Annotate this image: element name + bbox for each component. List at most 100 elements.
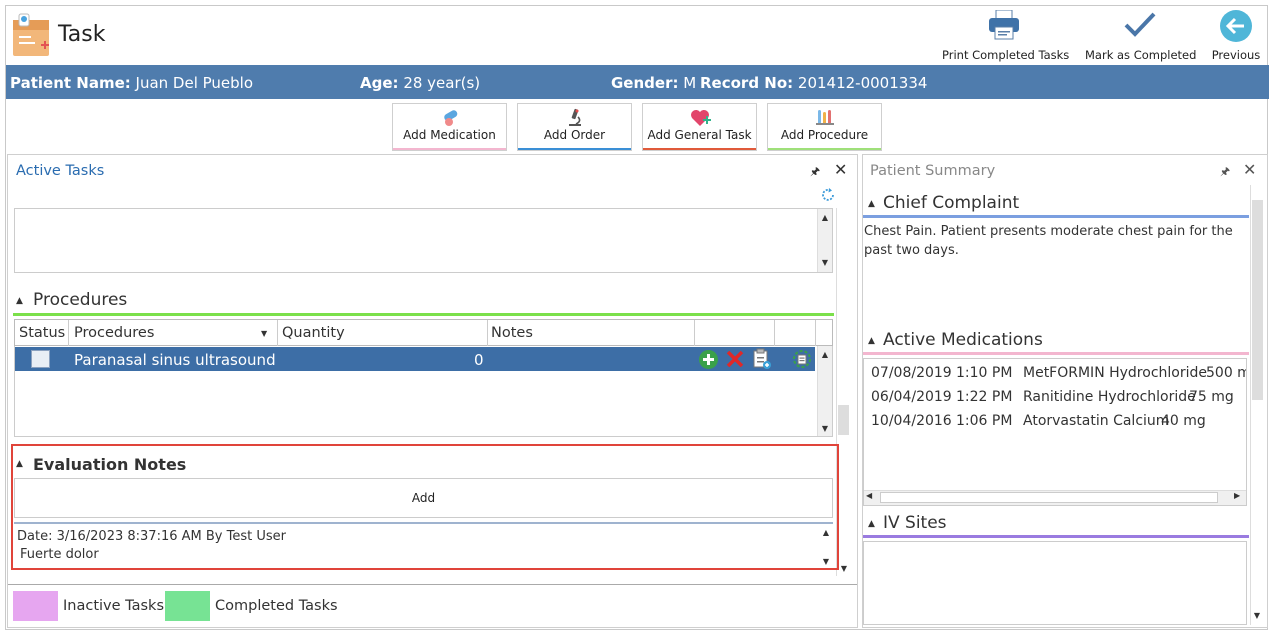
page-title: Task: [58, 22, 106, 47]
scroll-down-arrow[interactable]: ▼: [818, 257, 832, 271]
add-general-task-button[interactable]: Add General Task: [642, 103, 757, 151]
pin-icon[interactable]: 🖈: [1220, 163, 1230, 182]
collapse-procedures-icon[interactable]: ▲: [16, 296, 23, 306]
procedures-divider: [13, 313, 834, 316]
orders-grid: [14, 208, 833, 273]
patient-gender: M: [683, 74, 697, 92]
previous-label: Previous: [1211, 48, 1261, 62]
active-tasks-title: Active Tasks: [16, 163, 105, 179]
refresh-icon[interactable]: [820, 187, 836, 203]
collapse-chief-complaint-icon[interactable]: ▲: [868, 199, 875, 209]
column-notes[interactable]: Notes: [491, 325, 533, 341]
sort-dropdown-icon[interactable]: ▼: [261, 329, 267, 338]
add-order-button[interactable]: Add Order: [517, 103, 632, 151]
status-checkbox[interactable]: [31, 350, 50, 368]
patient-info-bar: Patient Name: Juan Del Pueblo Age: 28 ye…: [6, 65, 1269, 99]
medication-date: 07/08/2019: [871, 365, 952, 381]
medication-color-bar: [393, 148, 506, 150]
scroll-left-arrow[interactable]: ◀: [866, 491, 872, 500]
pills-icon: [444, 110, 458, 126]
medication-dose: 75 mg: [1189, 389, 1234, 405]
add-medication-label: Add Medication: [403, 128, 496, 142]
medication-dose: 40 mg: [1161, 413, 1206, 429]
scroll-up-arrow[interactable]: ▲: [819, 527, 833, 541]
record-label: Record No:: [700, 74, 794, 92]
medication-time: 1:22 PM: [956, 389, 1013, 405]
print-label: Print Completed Tasks: [942, 48, 1070, 62]
legend-divider: [8, 584, 857, 585]
task-app-icon: [11, 12, 51, 58]
close-icon[interactable]: ✕: [834, 160, 847, 179]
delete-icon[interactable]: [725, 349, 745, 369]
scroll-up-arrow[interactable]: ▲: [818, 349, 832, 363]
scroll-down-arrow[interactable]: ▼: [837, 563, 851, 577]
scroll-up-arrow[interactable]: ▲: [818, 212, 832, 226]
add-procedure-button[interactable]: Add Procedure: [767, 103, 882, 151]
patient-age: 28 year(s): [403, 74, 481, 92]
completed-tasks-swatch: [165, 591, 210, 621]
print-completed-tasks-button[interactable]: Print Completed Tasks: [942, 8, 1070, 64]
medication-time: 1:10 PM: [956, 365, 1013, 381]
collapse-iv-sites-icon[interactable]: ▲: [868, 519, 875, 529]
chief-complaint-title: Chief Complaint: [883, 193, 1020, 213]
add-general-task-label: Add General Task: [647, 128, 752, 142]
add-icon[interactable]: [698, 349, 719, 370]
column-quantity[interactable]: Quantity: [282, 325, 345, 341]
order-color-bar: [518, 148, 631, 150]
chief-complaint-text: Chest Pain. Patient presents moderate ch…: [864, 224, 1233, 258]
col-divider: [694, 320, 695, 346]
medication-name: Ranitidine Hydrochloride: [1023, 389, 1196, 405]
procedure-name: Paranasal sinus ultrasound: [74, 351, 276, 369]
microscope-icon: [569, 108, 581, 126]
collapse-medications-icon[interactable]: ▲: [868, 336, 875, 346]
scroll-right-arrow[interactable]: ▶: [1234, 491, 1240, 500]
close-icon[interactable]: ✕: [1243, 160, 1256, 179]
active-medications-title: Active Medications: [883, 330, 1043, 350]
chief-complaint-divider: [863, 215, 1249, 218]
record-number: 201412-0001334: [797, 74, 928, 92]
column-status[interactable]: Status: [19, 325, 65, 341]
col-divider: [68, 320, 69, 346]
mark-completed-label: Mark as Completed: [1085, 48, 1197, 62]
add-note-button[interactable]: Add: [14, 478, 833, 518]
medication-name: Atorvastatin Calcium: [1023, 413, 1170, 429]
col-divider: [487, 320, 488, 346]
patient-name-label: Patient Name:: [10, 74, 131, 92]
heart-plus-icon: [691, 110, 711, 126]
scroll-down-arrow[interactable]: ▼: [819, 556, 833, 570]
add-medication-button[interactable]: Add Medication: [392, 103, 507, 151]
note-meta: Date: 3/16/2023 8:37:16 AM By Test User: [17, 529, 286, 544]
medications-divider: [863, 352, 1249, 355]
add-procedure-label: Add Procedure: [780, 128, 869, 142]
scroll-down-arrow[interactable]: ▼: [818, 423, 832, 437]
procedure-quantity: 0: [474, 351, 484, 369]
scroll-thumb[interactable]: [838, 405, 849, 435]
column-procedures[interactable]: Procedures: [74, 325, 154, 341]
scroll-thumb[interactable]: [1252, 200, 1263, 400]
previous-button[interactable]: Previous: [1205, 8, 1267, 64]
history-icon[interactable]: [791, 348, 813, 370]
iv-sites-divider: [863, 535, 1249, 538]
hscroll-thumb[interactable]: [880, 492, 1218, 503]
checkmark-icon: [1124, 12, 1156, 37]
collapse-evaluation-icon[interactable]: ▲: [16, 459, 23, 469]
printer-icon: [989, 10, 1019, 40]
col-divider: [774, 320, 775, 346]
medication-date: 10/04/2016: [871, 413, 952, 429]
mark-completed-button[interactable]: Mark as Completed: [1085, 8, 1197, 64]
pin-icon[interactable]: 🖈: [810, 163, 820, 182]
back-arrow-icon: [1220, 10, 1252, 42]
medication-date: 06/04/2019: [871, 389, 952, 405]
medication-dose: 500 m: [1206, 365, 1246, 381]
inactive-tasks-label: Inactive Tasks: [63, 598, 164, 614]
add-note-label: Add: [411, 491, 436, 505]
inactive-tasks-swatch: [13, 591, 58, 621]
medication-name: MetFORMIN Hydrochloride: [1023, 365, 1207, 381]
medication-dose-text: 500 m: [1206, 365, 1246, 381]
test-tubes-icon: [816, 110, 834, 125]
scroll-down-arrow[interactable]: ▼: [1250, 610, 1264, 624]
clipboard-add-icon[interactable]: [752, 348, 772, 370]
evaluation-notes-title: Evaluation Notes: [33, 455, 187, 474]
general-task-color-bar: [643, 148, 756, 150]
col-divider: [277, 320, 278, 346]
